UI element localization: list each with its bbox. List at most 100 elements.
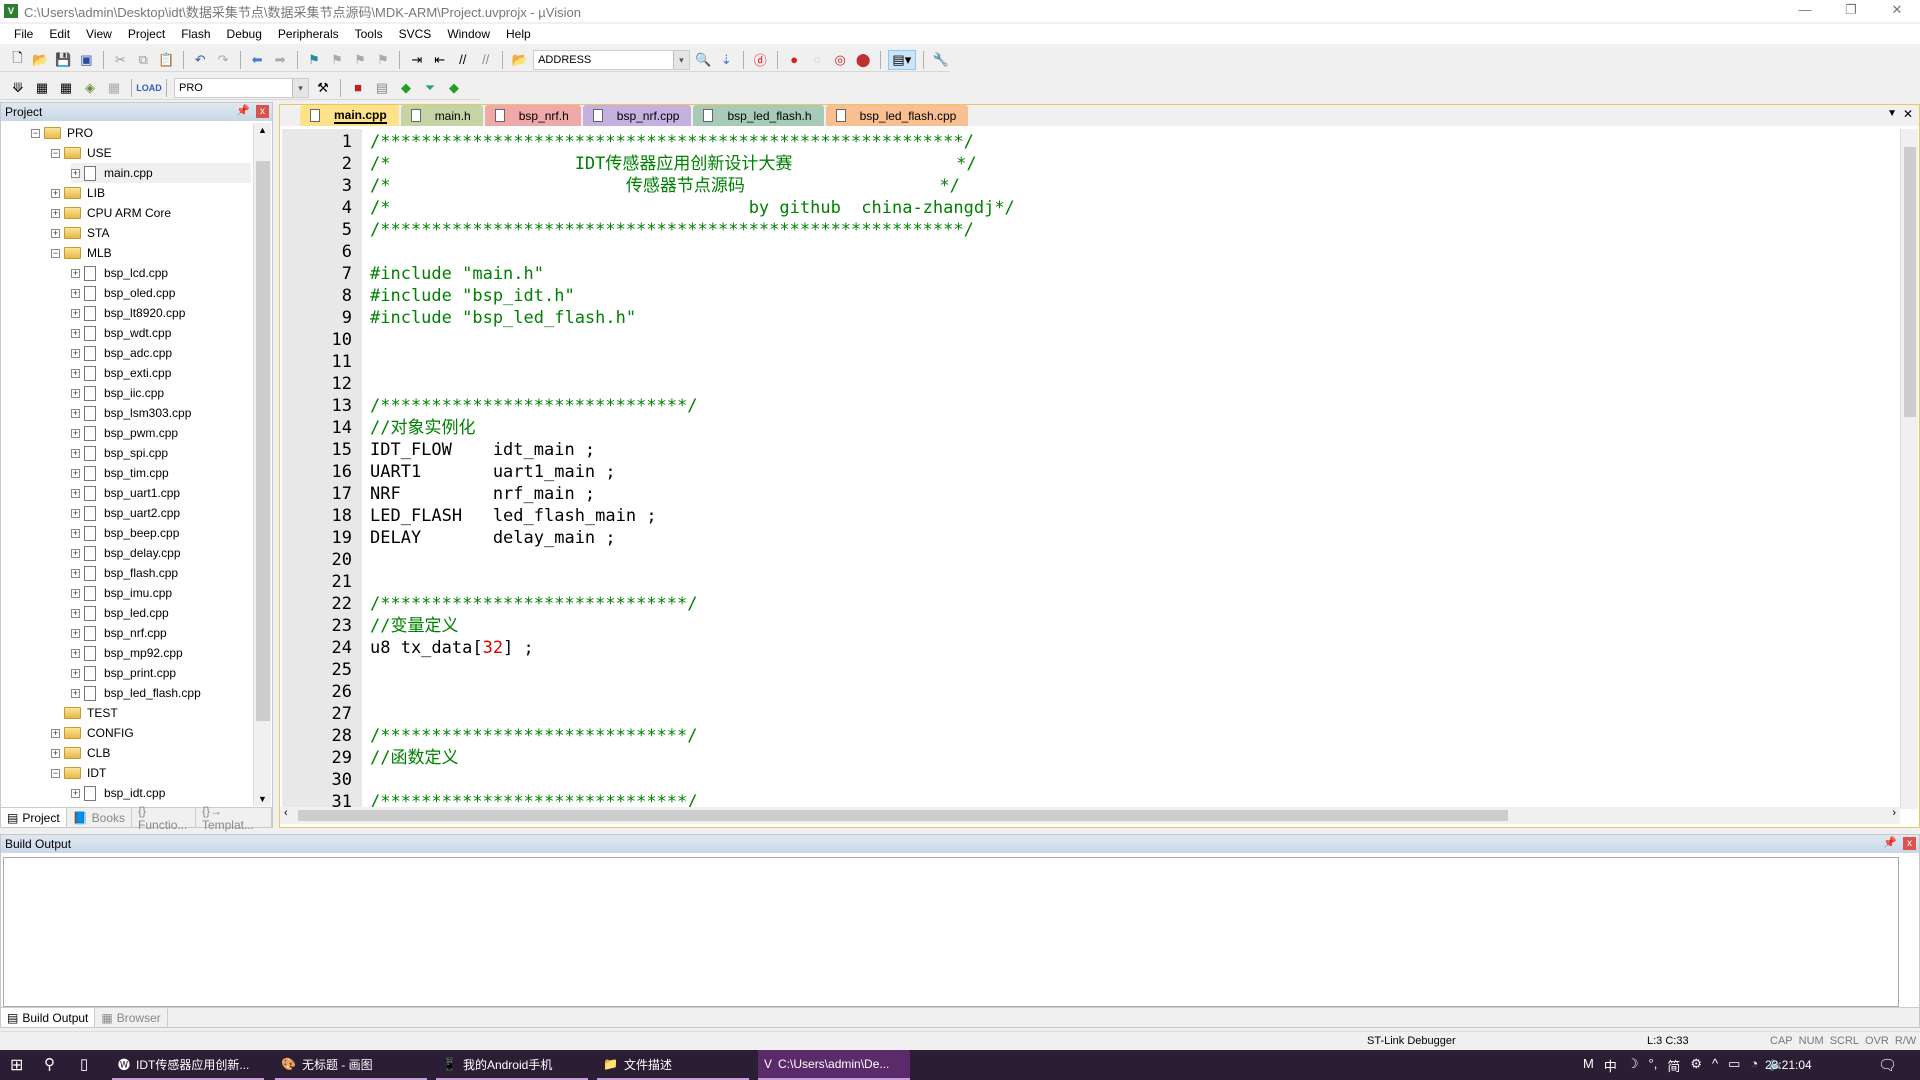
tree-folder-item[interactable]: − MLB [51, 243, 112, 263]
windows-start-icon[interactable]: ⊞ [10, 1055, 23, 1075]
tab-build-output[interactable]: ▤ Build Output [1, 1008, 96, 1027]
tree-file-item[interactable]: + bsp_imu.cpp [71, 583, 172, 603]
menu-help[interactable]: Help [498, 27, 539, 41]
expand-icon[interactable]: + [71, 308, 80, 318]
expand-icon[interactable]: + [71, 368, 80, 378]
tree-file-item[interactable]: + bsp_beep.cpp [71, 523, 179, 543]
collapse-icon[interactable]: − [31, 128, 40, 138]
breakpoint-icon[interactable]: ● [785, 50, 804, 70]
menu-file[interactable]: File [6, 27, 41, 41]
expand-icon[interactable]: + [71, 668, 80, 678]
close-panel-button[interactable]: x [256, 105, 269, 118]
pin-icon[interactable]: 📌 [236, 104, 250, 117]
tree-file-item[interactable]: + bsp_lt8920.cpp [71, 303, 185, 323]
task-view-icon[interactable]: ▯ [80, 1055, 88, 1073]
tray-icon[interactable]: 中 [1604, 1056, 1617, 1075]
tree-file-item[interactable]: + bsp_iic.cpp [71, 383, 164, 403]
tab-main-cpp[interactable]: main.cpp [300, 105, 399, 126]
target-options-icon[interactable]: ⚒ [313, 78, 333, 98]
address-combo[interactable]: ADDRESS ▾ [533, 49, 690, 70]
expand-icon[interactable]: + [71, 688, 80, 698]
save-icon[interactable]: 💾 [54, 50, 73, 70]
tray-icon[interactable]: ⚙ [1690, 1056, 1702, 1075]
tree-file-item[interactable]: + bsp_wdt.cpp [71, 323, 171, 343]
menu-edit[interactable]: Edit [41, 27, 78, 41]
tab-project[interactable]: ▤ Project [1, 808, 67, 827]
tree-file-item[interactable]: + bsp_uart1.cpp [71, 483, 180, 503]
tab-books[interactable]: 📘 Books [67, 808, 133, 827]
clear-bookmarks-icon[interactable]: ⚑ [373, 50, 392, 70]
tree-file-item[interactable]: + bsp_nrf.cpp [71, 623, 167, 643]
tree-folder-item[interactable]: + CLB [51, 743, 110, 763]
incremental-find-icon[interactable]: ⇣ [717, 50, 736, 70]
clock[interactable]: 23:21:04 [1765, 1058, 1812, 1072]
target-select[interactable]: PRO ▾ [174, 77, 309, 98]
tray-icon[interactable]: 简 [1667, 1056, 1680, 1075]
tree-file-item[interactable]: + bsp_lsm303.cpp [71, 403, 191, 423]
expand-icon[interactable]: + [51, 228, 60, 238]
open-file-icon[interactable]: 📂 [31, 50, 50, 70]
paste-icon[interactable]: 📋 [157, 50, 176, 70]
expand-icon[interactable]: + [71, 328, 80, 338]
tree-file-item[interactable]: + bsp_mp92.cpp [71, 643, 183, 663]
tab-main-h[interactable]: main.h [400, 105, 483, 126]
restore-button[interactable]: ❐ [1828, 0, 1874, 22]
tree-file-item[interactable]: + bsp_idt.cpp [71, 783, 165, 803]
expand-icon[interactable]: + [71, 628, 80, 638]
tree-file-item[interactable]: + bsp_lcd.cpp [71, 263, 168, 283]
disable-breakpoint-icon[interactable]: ○ [808, 50, 827, 70]
tree-file-item[interactable]: + bsp_tim.cpp [71, 463, 169, 483]
taskbar-item[interactable]: 🎨 无标题 - 画图 [275, 1050, 427, 1080]
uncomment-icon[interactable]: // [476, 50, 495, 70]
manage-rte-icon[interactable]: ◆ [396, 78, 416, 98]
tree-file-item[interactable]: + bsp_print.cpp [71, 663, 176, 683]
debug-session-icon[interactable]: ⓓ [751, 50, 770, 70]
tab-bsp-nrf-cpp[interactable]: bsp_nrf.cpp [582, 105, 692, 126]
expand-icon[interactable]: + [51, 748, 60, 758]
expand-icon[interactable]: + [71, 788, 80, 798]
tree-folder-item[interactable]: TEST [51, 703, 118, 723]
editor-horizontal-scrollbar[interactable]: ‹ › [280, 807, 1900, 824]
expand-icon[interactable]: + [71, 608, 80, 618]
batch-build-icon[interactable]: ◈ [80, 78, 100, 98]
expand-icon[interactable]: + [71, 508, 80, 518]
tab-list-icon[interactable]: ▼ [1887, 108, 1897, 119]
tray-icon[interactable]: M [1583, 1056, 1594, 1075]
search-icon[interactable]: ⚲ [44, 1055, 55, 1073]
undo-icon[interactable]: ↶ [191, 50, 210, 70]
tray-icon[interactable]: ^ [1712, 1056, 1718, 1075]
tray-icon[interactable]: ▭ [1728, 1056, 1740, 1075]
tree-folder-item[interactable]: + STA [51, 223, 109, 243]
expand-icon[interactable]: + [71, 548, 80, 558]
pack-installer-icon[interactable]: ⏷ [420, 78, 440, 98]
expand-icon[interactable]: + [71, 408, 80, 418]
scroll-up-icon[interactable]: ▲ [258, 125, 267, 135]
expand-icon[interactable]: + [51, 208, 60, 218]
taskbar-item[interactable]: 📁 文件描述 [597, 1050, 749, 1080]
indent-icon[interactable]: ⇥ [407, 50, 426, 70]
tree-file-item[interactable]: + bsp_oled.cpp [71, 283, 175, 303]
software-packs-icon[interactable]: ◆ [444, 78, 464, 98]
copy-icon[interactable]: ⧉ [134, 50, 153, 70]
menu-window[interactable]: Window [439, 27, 498, 41]
menu-debug[interactable]: Debug [219, 27, 270, 41]
editor-vertical-scrollbar[interactable] [1900, 129, 1918, 809]
expand-icon[interactable]: + [71, 448, 80, 458]
tree-file-item[interactable]: + bsp_led.cpp [71, 603, 169, 623]
expand-icon[interactable]: + [71, 468, 80, 478]
tree-file-item[interactable]: + bsp_spi.cpp [71, 443, 168, 463]
tray-icon[interactable]: ◔ [1750, 1056, 1758, 1075]
menu-view[interactable]: View [78, 27, 120, 41]
expand-icon[interactable]: + [71, 168, 80, 178]
kill-breakpoints-icon[interactable]: ⬤ [854, 50, 873, 70]
tab-templates[interactable]: {}→ Templat... [196, 804, 272, 832]
tree-folder-item[interactable]: + CONFIG [51, 723, 134, 743]
bookmark-icon[interactable]: ⚑ [304, 50, 323, 70]
tree-file-item[interactable]: + bsp_uart2.cpp [71, 503, 180, 523]
code-editor[interactable]: 1 /**************************************… [280, 129, 1900, 809]
tab-bsp-nrf-h[interactable]: bsp_nrf.h [484, 105, 581, 126]
tree-file-item[interactable]: + bsp_delay.cpp [71, 543, 181, 563]
expand-icon[interactable]: + [71, 288, 80, 298]
rebuild-icon[interactable]: ▦ [56, 78, 76, 98]
tab-browser[interactable]: ▦ Browser [95, 1008, 168, 1027]
